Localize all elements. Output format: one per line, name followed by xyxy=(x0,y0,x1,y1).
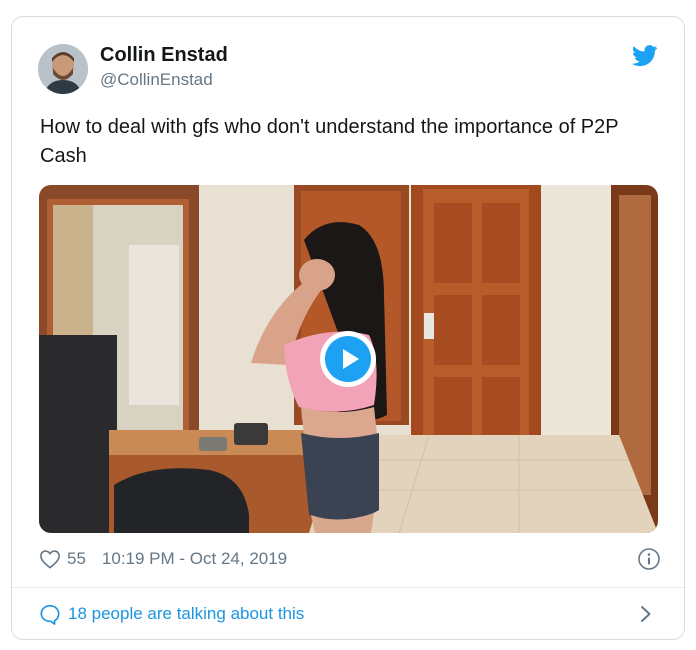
play-icon xyxy=(325,336,371,382)
play-button[interactable] xyxy=(320,331,376,387)
twitter-bird-icon[interactable] xyxy=(632,45,658,67)
video-thumbnail[interactable] xyxy=(39,185,658,533)
avatar-image xyxy=(38,44,88,94)
heart-icon[interactable] xyxy=(39,549,61,569)
author-name[interactable]: Collin Enstad xyxy=(100,44,228,67)
chevron-right-icon[interactable] xyxy=(639,604,653,624)
speech-bubble-icon xyxy=(40,605,60,625)
tweet-timestamp[interactable]: 10:19 PM - Oct 24, 2019 xyxy=(102,549,287,569)
conversation-link[interactable]: 18 people are talking about this xyxy=(12,588,684,640)
tweet-text: How to deal with gfs who don't understan… xyxy=(40,116,619,167)
author-handle[interactable]: @CollinEnstad xyxy=(100,70,213,90)
info-icon[interactable] xyxy=(637,547,661,571)
tweet-embed-card: Collin Enstad @CollinEnstad How to deal … xyxy=(11,16,685,640)
like-count[interactable]: 55 xyxy=(67,549,86,569)
tweet-meta-row: 55 10:19 PM - Oct 24, 2019 xyxy=(39,547,661,571)
author-avatar[interactable] xyxy=(38,44,88,94)
conversation-label[interactable]: 18 people are talking about this xyxy=(68,604,304,624)
